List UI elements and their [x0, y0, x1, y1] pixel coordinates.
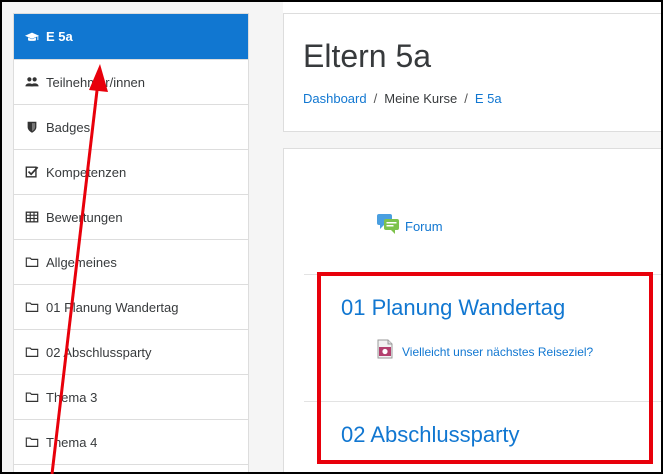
- sidebar-item-label: Bewertungen: [46, 209, 123, 225]
- breadcrumb: Dashboard / Meine Kurse / E 5a: [303, 91, 502, 106]
- forum-activity[interactable]: Forum: [376, 213, 443, 240]
- sidebar-item-label: 02 Abschlussparty: [46, 344, 152, 360]
- page-title: Eltern 5a: [303, 38, 432, 74]
- folder-icon: [25, 255, 39, 269]
- section-title-1[interactable]: 01 Planung Wandertag: [341, 295, 565, 321]
- sidebar-item-grades[interactable]: Bewertungen: [14, 195, 248, 240]
- sidebar-item-section-4[interactable]: Thema 4: [14, 420, 248, 465]
- course-content: Forum 01 Planung Wandertag Vielleicht un…: [283, 148, 663, 474]
- sidebar-item-badges[interactable]: Badges: [14, 105, 248, 150]
- breadcrumb-separator: /: [464, 91, 468, 106]
- sidebar-item-section-1[interactable]: 01 Planung Wandertag: [14, 285, 248, 330]
- section-divider: [304, 274, 663, 275]
- breadcrumb-my-courses[interactable]: Meine Kurse: [384, 91, 457, 106]
- sidebar-item-section-3[interactable]: Thema 3: [14, 375, 248, 420]
- sidebar-item-general[interactable]: Allgemeines: [14, 240, 248, 285]
- sidebar-item-label: Kompetenzen: [46, 164, 127, 180]
- sidebar-item-label: Teilnehmer/innen: [46, 74, 146, 90]
- page-header: Eltern 5a Dashboard / Meine Kurse / E 5a: [283, 13, 663, 132]
- breadcrumb-separator: /: [373, 91, 378, 106]
- sidebar-item-label: Thema 3: [46, 389, 98, 405]
- sidebar-item-label: 01 Planung Wandertag: [46, 299, 179, 315]
- folder-icon: [25, 300, 39, 314]
- forum-link[interactable]: Forum: [405, 219, 443, 234]
- table-icon: [25, 210, 39, 224]
- sidebar-item-label: Allgemeines: [46, 254, 117, 270]
- course-sidebar: E 5a Teilnehmer/innen Badges Kompetenzen…: [13, 13, 249, 474]
- sidebar-item-label: Badges: [46, 119, 91, 135]
- users-icon: [25, 75, 39, 89]
- graduation-cap-icon: [25, 30, 39, 44]
- folder-icon: [25, 345, 39, 359]
- folder-icon: [25, 435, 39, 449]
- sidebar-item-competencies[interactable]: Kompetenzen: [14, 150, 248, 195]
- folder-icon: [25, 390, 39, 404]
- checkbox-icon: [25, 165, 39, 179]
- shield-icon: [25, 120, 39, 134]
- sidebar-item-section-2[interactable]: 02 Abschlussparty: [14, 330, 248, 375]
- sidebar-item-participants[interactable]: Teilnehmer/innen: [14, 60, 248, 105]
- sidebar-item-course[interactable]: E 5a: [14, 14, 248, 60]
- section-divider: [304, 401, 663, 402]
- sidebar-item-label: Thema 4: [46, 434, 98, 450]
- breadcrumb-dashboard[interactable]: Dashboard: [303, 91, 367, 106]
- section-title-2[interactable]: 02 Abschlussparty: [341, 422, 520, 448]
- file-activity[interactable]: Vielleicht unser nächstes Reiseziel?: [376, 339, 593, 364]
- file-icon: [376, 339, 394, 364]
- forum-icon: [376, 213, 400, 240]
- sidebar-item-label: E 5a: [46, 29, 73, 44]
- file-link[interactable]: Vielleicht unser nächstes Reiseziel?: [402, 345, 593, 359]
- breadcrumb-course[interactable]: E 5a: [475, 91, 502, 106]
